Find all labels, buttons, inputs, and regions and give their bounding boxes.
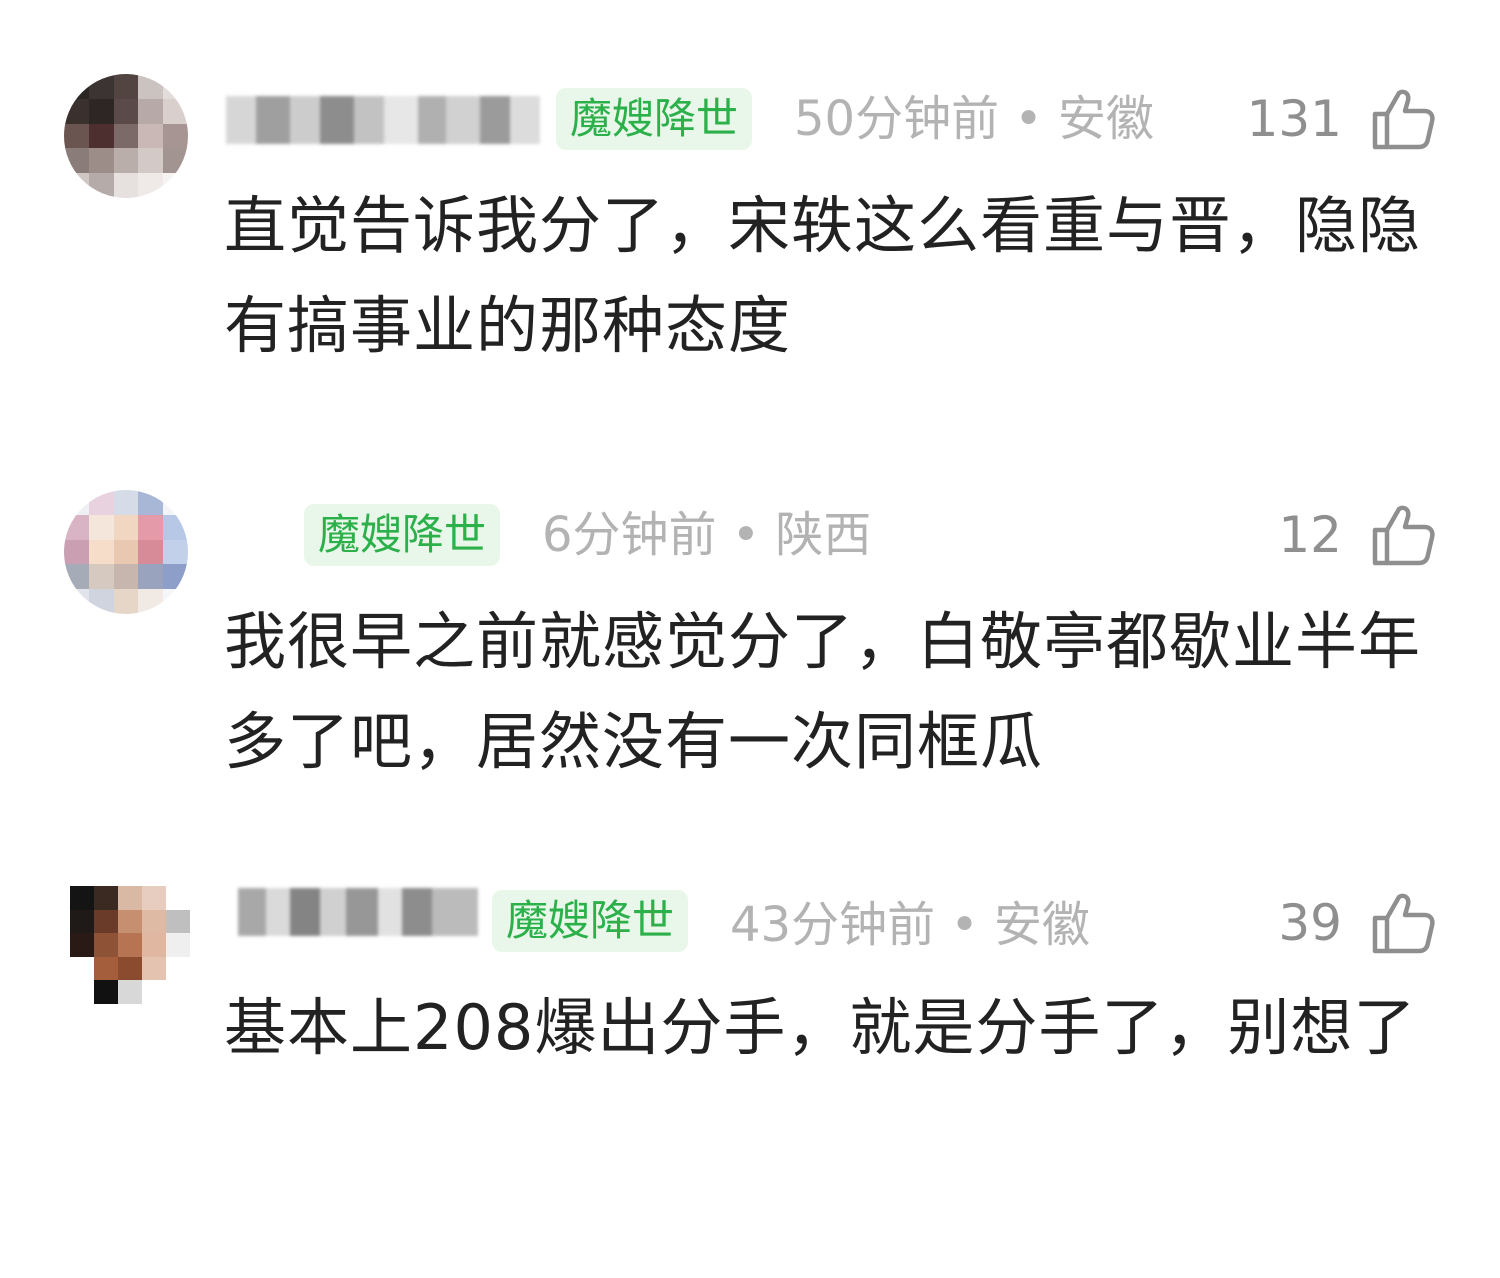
user-badge: 魔嫂降世 xyxy=(492,890,689,952)
like-count: 131 xyxy=(1246,90,1342,148)
thumbs-up-icon[interactable] xyxy=(1366,888,1438,960)
username-redacted[interactable] xyxy=(226,96,540,144)
username-redacted[interactable] xyxy=(238,888,478,936)
like-count: 39 xyxy=(1278,894,1342,952)
user-badge: 魔嫂降世 xyxy=(304,504,501,566)
thumbs-up-icon[interactable] xyxy=(1366,84,1438,156)
comment-item: 魔嫂降世 43分钟前 • 安徽 39 基本上208爆出分手，就是分手了，别想了 xyxy=(0,840,1500,1278)
avatar[interactable] xyxy=(64,74,188,198)
comment-item: 魔嫂降世 6分钟前 • 陕西 12 我很早之前就感觉分了，白敬亭都歇业半年多了吧… xyxy=(0,420,1500,840)
avatar[interactable] xyxy=(70,886,190,1004)
avatar[interactable] xyxy=(64,490,188,614)
like-count: 12 xyxy=(1278,506,1342,564)
comment-item: 魔嫂降世 50分钟前 • 安徽 131 直觉告诉我分了，宋轶这么看重与晋，隐隐有… xyxy=(0,0,1500,420)
comment-meta: 6分钟前 • 陕西 xyxy=(542,507,872,563)
comment-text: 直觉告诉我分了，宋轶这么看重与晋，隐隐有搞事业的那种态度 xyxy=(224,189,1422,362)
thumbs-up-icon[interactable] xyxy=(1366,500,1438,572)
comment-meta: 50分钟前 • 安徽 xyxy=(794,91,1154,147)
user-badge: 魔嫂降世 xyxy=(556,88,753,150)
comment-text: 我很早之前就感觉分了，白敬亭都歇业半年多了吧，居然没有一次同框瓜 xyxy=(224,605,1422,778)
comment-text: 基本上208爆出分手，就是分手了，别想了 xyxy=(224,991,1417,1064)
comment-meta: 43分钟前 • 安徽 xyxy=(730,897,1090,953)
